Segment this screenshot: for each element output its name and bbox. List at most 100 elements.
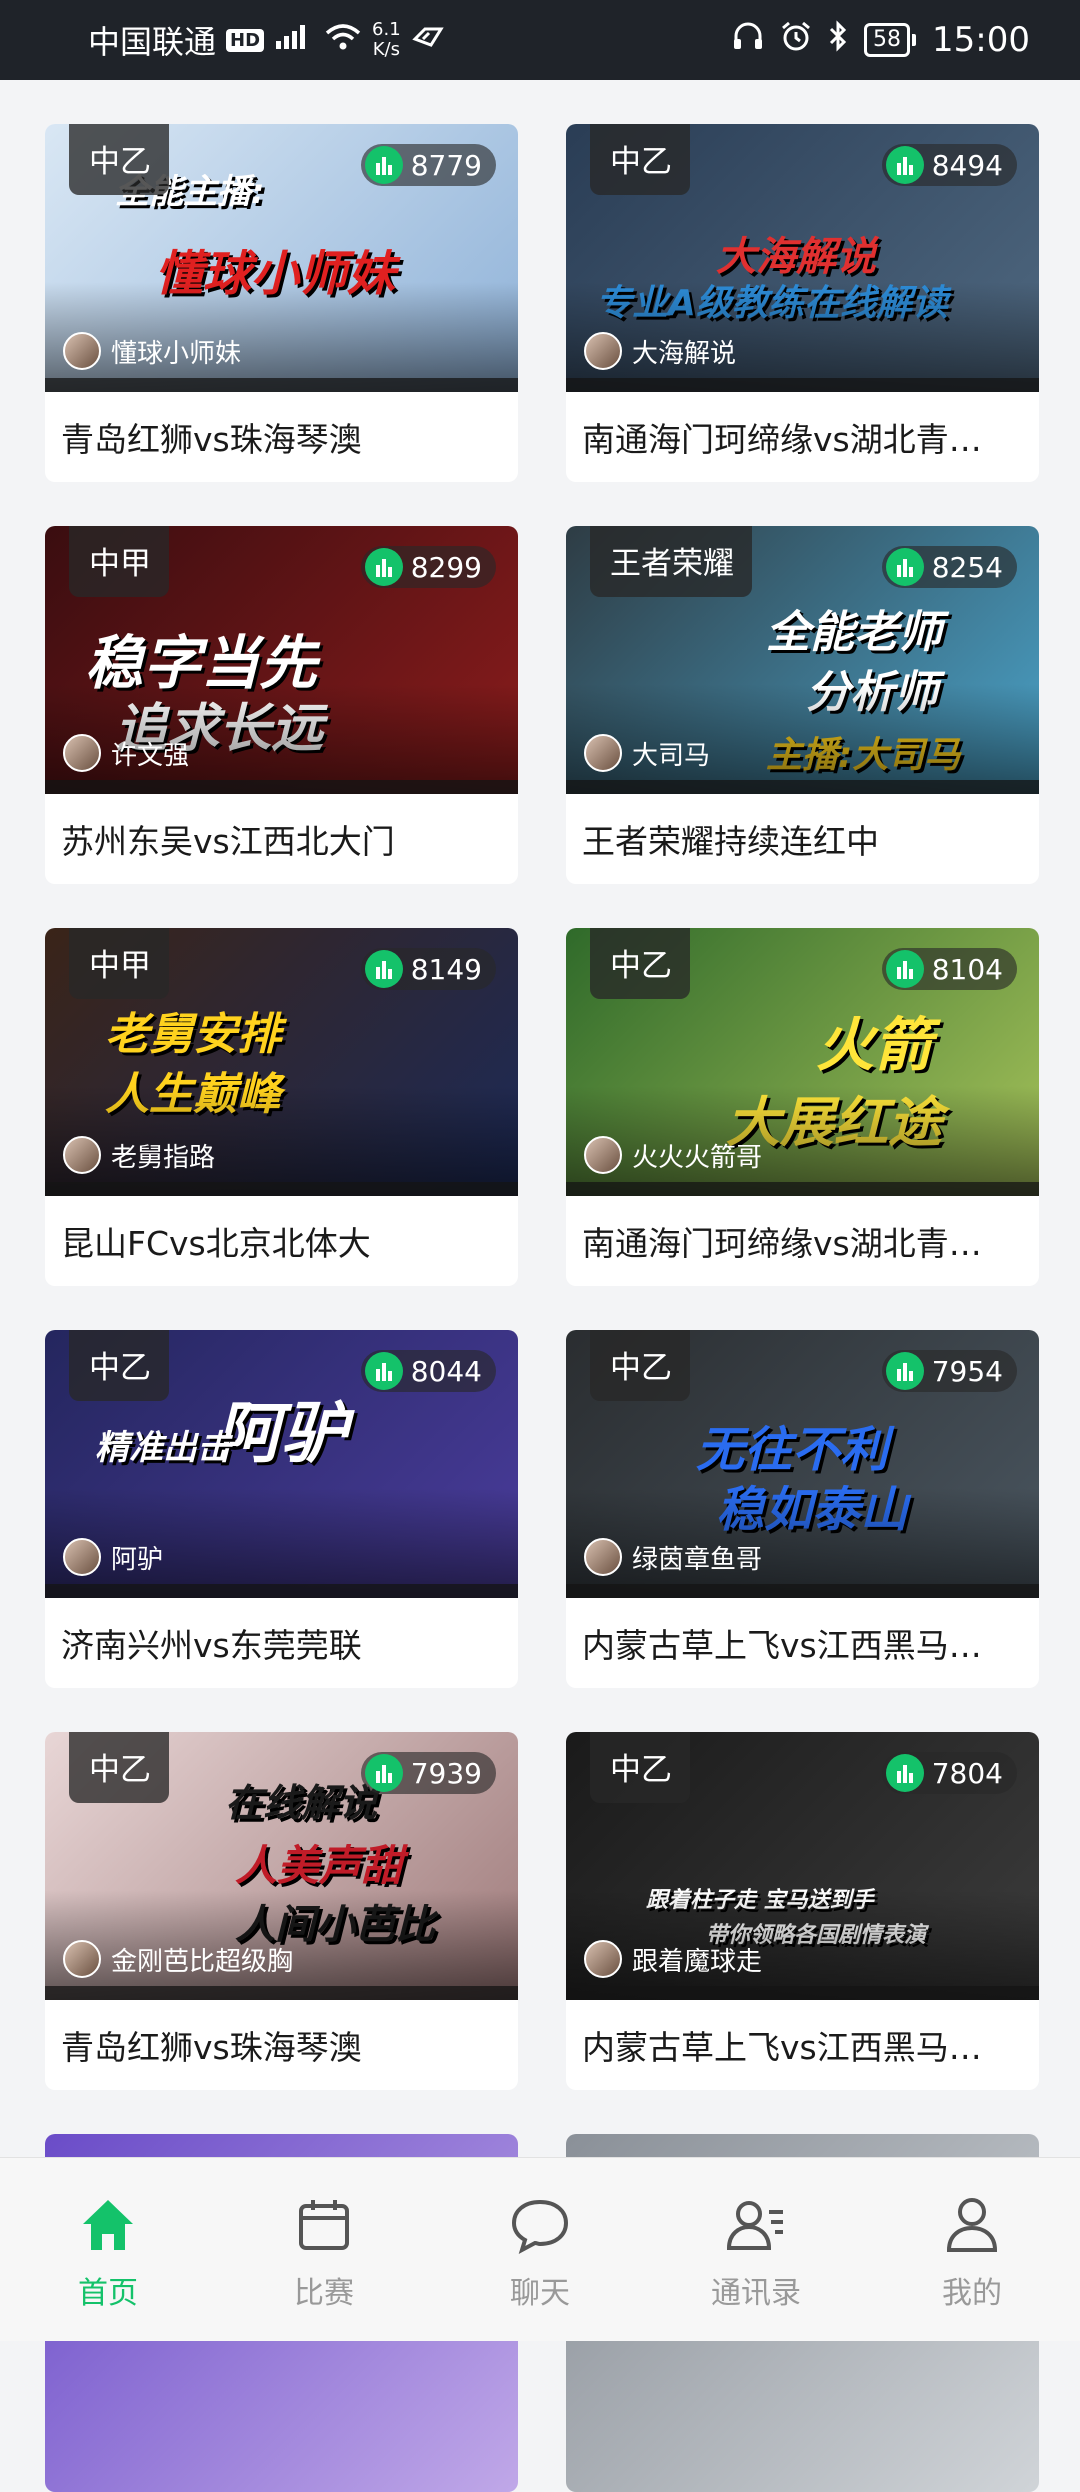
stream-thumbnail[interactable]: 跟着柱子走 宝马送到手带你领略各国剧情表演中乙 7804跟着魔球走 — [566, 1732, 1039, 2000]
poster-text: 全能老师 — [766, 607, 942, 658]
category-tag: 中乙 — [69, 1330, 169, 1401]
viewer-count-badge: 8044 — [360, 1350, 496, 1392]
match-title[interactable]: 苏州东吴vs江西北大门 — [45, 794, 518, 884]
streamer-info: 老舅指路 — [63, 1136, 215, 1174]
nav-item-contacts[interactable]: 通讯录 — [648, 2158, 864, 2341]
poster-text: 精准出击 — [95, 1428, 231, 1468]
avatar — [584, 332, 622, 370]
streamer-info: 金刚芭比超级胸 — [63, 1940, 293, 1978]
live-bars-icon — [364, 146, 403, 184]
viewer-count: 8779 — [410, 148, 482, 182]
viewer-count: 7939 — [410, 1756, 482, 1790]
stream-card[interactable]: 无往不利稳如泰山中乙 7954绿茵章鱼哥内蒙古草上飞vs江西黑马… — [566, 1330, 1039, 1688]
stream-thumbnail[interactable]: 阿驴 精准出击 中乙 8044 阿驴 — [45, 1330, 518, 1598]
streamer-info: 许文强 — [63, 734, 189, 772]
viewer-count: 8254 — [931, 550, 1003, 584]
match-title[interactable]: 南通海门珂缔缘vs湖北青… — [566, 392, 1039, 482]
profile-icon — [946, 2198, 998, 2252]
carrier-name: 中国联通 — [88, 23, 217, 61]
viewer-count-badge: 7939 — [360, 1752, 496, 1794]
stream-card[interactable]: 老舅安排人生巅峰中甲 8149老舅指路昆山FCvs北京北体大 — [45, 928, 518, 1286]
nav-label: 聊天 — [510, 2276, 570, 2311]
streamer-info: 跟着魔球走 — [584, 1940, 762, 1978]
match-title[interactable]: 青岛红狮vs珠海琴澳 — [45, 2000, 518, 2090]
nav-item-mine[interactable]: 我的 — [864, 2158, 1080, 2341]
stream-card[interactable]: 大海解说专业A级教练在线解读中乙 8494大海解说南通海门珂缔缘vs湖北青… — [566, 124, 1039, 482]
category-tag: 中乙 — [590, 1330, 690, 1401]
avatar — [63, 1940, 101, 1978]
category-tag: 中甲 — [69, 526, 169, 597]
avatar — [584, 1538, 622, 1576]
stream-thumbnail[interactable]: 全能主播: 懂球小师妹 中乙 8779 懂球小师妹 — [45, 124, 518, 392]
bluetooth-icon — [828, 19, 848, 61]
category-tag: 王者荣耀 — [590, 526, 752, 597]
poster-text: 老舅安排 — [105, 1009, 281, 1060]
streamer-name: 大海解说 — [632, 338, 737, 369]
poster-text: 在线解说 — [225, 1781, 378, 1825]
stream-card[interactable]: 在线解说人美声甜人间小芭比中乙 7939金刚芭比超级胸青岛红狮vs珠海琴澳 — [45, 1732, 518, 2090]
live-bars-icon — [885, 1352, 924, 1390]
stream-thumbnail[interactable]: 老舅安排人生巅峰中甲 8149老舅指路 — [45, 928, 518, 1196]
stream-thumbnail[interactable]: 火箭大展红途中乙 8104火火火箭哥 — [566, 928, 1039, 1196]
stream-card[interactable]: 稳字当先追求长远中甲 8299许文强苏州东吴vs江西北大门 — [45, 526, 518, 884]
stream-card[interactable]: 阿驴 精准出击 中乙 8044 阿驴 济南兴州vs东莞莞联 — [45, 1330, 518, 1688]
network-speed: 6.1 K/s — [372, 19, 401, 60]
alarm-icon — [780, 20, 812, 61]
viewer-count: 7954 — [931, 1354, 1003, 1388]
match-title[interactable]: 济南兴州vs东莞莞联 — [45, 1598, 518, 1688]
category-tag: 中甲 — [69, 928, 169, 999]
viewer-count-badge: 8104 — [881, 948, 1017, 990]
avatar — [63, 1136, 101, 1174]
live-bars-icon — [885, 950, 924, 988]
nav-item-home[interactable]: 首页 — [0, 2158, 216, 2341]
battery-icon: 58 — [864, 23, 917, 57]
avatar — [63, 1538, 101, 1576]
avatar — [63, 332, 101, 370]
stream-thumbnail[interactable]: 无往不利稳如泰山中乙 7954绿茵章鱼哥 — [566, 1330, 1039, 1598]
match-title[interactable]: 青岛红狮vs珠海琴澳 — [45, 392, 518, 482]
viewer-count-badge: 8254 — [881, 546, 1017, 588]
streamer-info: 懂球小师妹 — [63, 332, 241, 370]
streamer-name: 绿茵章鱼哥 — [632, 1544, 763, 1575]
viewer-count: 8044 — [410, 1354, 482, 1388]
viewer-count-badge: 7954 — [881, 1350, 1017, 1392]
viewer-count: 8494 — [931, 148, 1003, 182]
streamer-name: 金刚芭比超级胸 — [111, 1946, 294, 1977]
streamer-info: 大司马 — [584, 734, 710, 772]
nav-label: 比赛 — [294, 2276, 354, 2311]
viewer-count: 8299 — [410, 550, 482, 584]
viewer-count: 7804 — [931, 1756, 1003, 1790]
stream-thumbnail[interactable]: 在线解说人美声甜人间小芭比中乙 7939金刚芭比超级胸 — [45, 1732, 518, 2000]
category-tag: 中乙 — [590, 928, 690, 999]
stream-thumbnail[interactable]: 大海解说专业A级教练在线解读中乙 8494大海解说 — [566, 124, 1039, 392]
match-title[interactable]: 昆山FCvs北京北体大 — [45, 1196, 518, 1286]
viewer-count: 8149 — [410, 952, 482, 986]
live-bars-icon — [364, 548, 403, 586]
match-title[interactable]: 南通海门珂缔缘vs湖北青… — [566, 1196, 1039, 1286]
home-icon — [83, 2200, 133, 2250]
stream-thumbnail[interactable]: 稳字当先追求长远中甲 8299许文强 — [45, 526, 518, 794]
stream-card[interactable]: 火箭大展红途中乙 8104火火火箭哥南通海门珂缔缘vs湖北青… — [566, 928, 1039, 1286]
live-bars-icon — [364, 1754, 403, 1792]
stream-card[interactable]: 跟着柱子走 宝马送到手带你领略各国剧情表演中乙 7804跟着魔球走内蒙古草上飞v… — [566, 1732, 1039, 2090]
poster-text: 人美声甜 — [235, 1841, 404, 1890]
stream-card[interactable]: 全能老师分析师主播:大司马王者荣耀 8254大司马王者荣耀持续连红中 — [566, 526, 1039, 884]
streamer-info: 绿茵章鱼哥 — [584, 1538, 762, 1576]
match-title[interactable]: 内蒙古草上飞vs江西黑马… — [566, 2000, 1039, 2090]
hd-badge: HD — [226, 28, 265, 52]
contacts-icon — [726, 2201, 783, 2250]
match-title[interactable]: 内蒙古草上飞vs江西黑马… — [566, 1598, 1039, 1688]
status-bar: 中国联通 HD 6.1 K/s 58 15:00 — [0, 0, 1080, 80]
category-tag: 中乙 — [590, 1732, 690, 1803]
match-title[interactable]: 王者荣耀持续连红中 — [566, 794, 1039, 884]
avatar — [584, 734, 622, 772]
streamer-name: 懂球小师妹 — [111, 338, 242, 369]
signal-icon — [274, 21, 314, 59]
nav-item-chat[interactable]: 聊天 — [432, 2158, 648, 2341]
viewer-count-badge: 8299 — [360, 546, 496, 588]
stream-thumbnail[interactable]: 全能老师分析师主播:大司马王者荣耀 8254大司马 — [566, 526, 1039, 794]
stream-card[interactable]: 全能主播: 懂球小师妹 中乙 8779 懂球小师妹 青岛红狮vs珠海琴澳 — [45, 124, 518, 482]
live-bars-icon — [885, 548, 924, 586]
streamer-name: 大司马 — [632, 740, 711, 771]
nav-item-matches[interactable]: 比赛 — [216, 2158, 432, 2341]
